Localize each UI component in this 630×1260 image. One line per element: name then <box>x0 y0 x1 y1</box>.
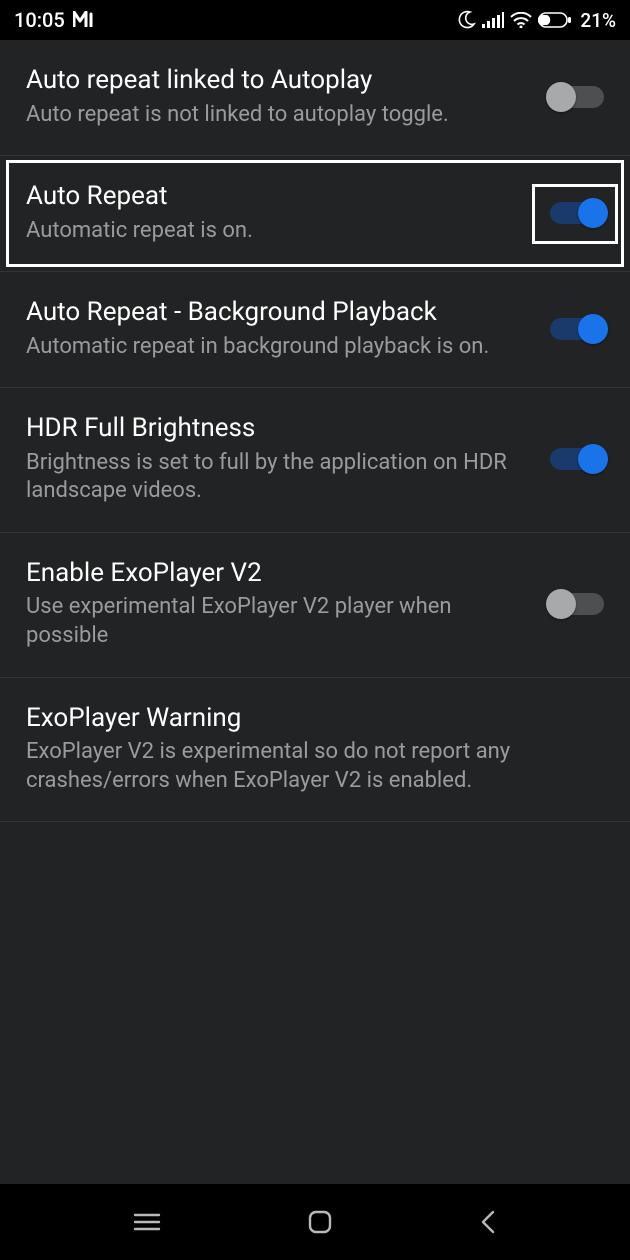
dnd-moon-icon <box>456 10 476 30</box>
toggle-exoplayer-v2[interactable] <box>550 593 604 615</box>
battery-icon <box>538 12 572 28</box>
setting-desc: Use experimental ExoPlayer V2 player whe… <box>26 593 536 650</box>
toggle-hdr-brightness[interactable] <box>550 448 604 470</box>
setting-desc: Automatic repeat in background playback … <box>26 333 536 362</box>
setting-desc: ExoPlayer V2 is experimental so do not r… <box>26 738 590 795</box>
setting-autorepeat-linked[interactable]: Auto repeat linked to Autoplay Auto repe… <box>0 40 630 156</box>
toggle-auto-repeat[interactable] <box>550 202 604 224</box>
setting-desc: Auto repeat is not linked to autoplay to… <box>26 101 536 130</box>
nav-home-icon[interactable] <box>307 1209 333 1235</box>
toggle-auto-repeat-bg[interactable] <box>550 318 604 340</box>
nav-recents-icon[interactable] <box>133 1212 161 1232</box>
setting-title: Auto Repeat <box>26 180 536 213</box>
battery-percentage: 21% <box>580 9 616 32</box>
setting-desc: Automatic repeat is on. <box>26 217 536 246</box>
setting-title: Auto Repeat - Background Playback <box>26 296 536 329</box>
setting-exoplayer-v2[interactable]: Enable ExoPlayer V2 Use experimental Exo… <box>0 533 630 678</box>
miui-logo-icon <box>73 8 95 32</box>
setting-title: ExoPlayer Warning <box>26 702 590 735</box>
status-time: 10:05 <box>14 8 65 32</box>
wifi-icon <box>510 12 532 28</box>
nav-back-icon[interactable] <box>479 1209 497 1235</box>
setting-title: Auto repeat linked to Autoplay <box>26 64 536 97</box>
setting-title: Enable ExoPlayer V2 <box>26 557 536 590</box>
setting-auto-repeat[interactable]: Auto Repeat Automatic repeat is on. <box>0 156 630 272</box>
setting-auto-repeat-bg[interactable]: Auto Repeat - Background Playback Automa… <box>0 272 630 388</box>
settings-list: Auto repeat linked to Autoplay Auto repe… <box>0 40 630 1184</box>
cell-signal-icon <box>482 12 504 28</box>
setting-title: HDR Full Brightness <box>26 412 536 445</box>
status-bar: 10:05 <box>0 0 630 40</box>
toggle-autorepeat-linked[interactable] <box>550 86 604 108</box>
nav-bar <box>0 1184 630 1260</box>
setting-desc: Brightness is set to full by the applica… <box>26 449 536 506</box>
setting-hdr-brightness[interactable]: HDR Full Brightness Brightness is set to… <box>0 388 630 533</box>
setting-exoplayer-warning: ExoPlayer Warning ExoPlayer V2 is experi… <box>0 678 630 823</box>
